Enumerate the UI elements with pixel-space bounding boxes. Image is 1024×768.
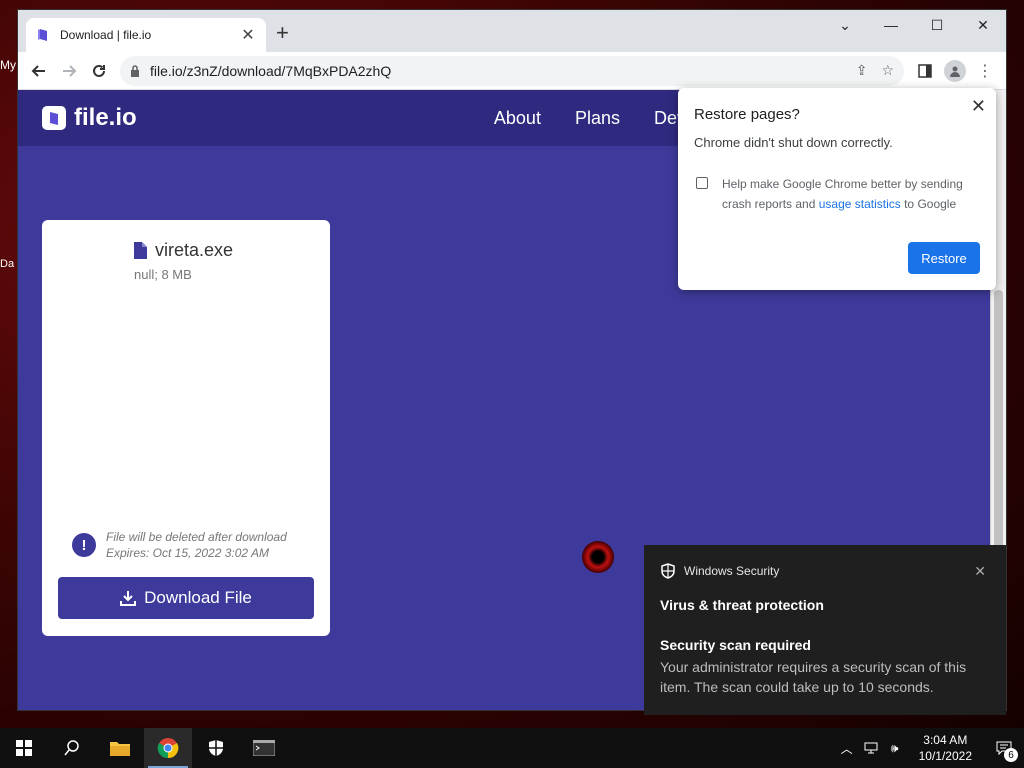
- clock-time: 3:04 AM: [923, 733, 968, 747]
- file-explorer-icon[interactable]: [96, 728, 144, 768]
- fileio-logo-icon: [42, 106, 66, 130]
- toast-close-icon[interactable]: ✕: [974, 563, 986, 580]
- exclamation-icon: !: [72, 533, 96, 557]
- restore-button[interactable]: Restore: [908, 242, 980, 274]
- red-eye-cursor-icon: [582, 541, 614, 573]
- site-nav: About Plans Dev: [494, 108, 686, 129]
- close-window-icon[interactable]: ✕: [960, 10, 1006, 40]
- download-icon: [120, 590, 137, 606]
- reload-icon[interactable]: [84, 56, 114, 86]
- network-icon[interactable]: [859, 742, 883, 754]
- notice-line-1: File will be deleted after download: [106, 530, 287, 544]
- chrome-taskbar-icon[interactable]: [144, 728, 192, 768]
- nav-about[interactable]: About: [494, 108, 541, 129]
- desktop-icon-label: Da: [0, 258, 15, 270]
- minimize-icon[interactable]: —: [868, 10, 914, 40]
- fileio-favicon-icon: [36, 28, 50, 42]
- toast-title: Security scan required: [660, 637, 811, 653]
- search-icon[interactable]: [48, 728, 96, 768]
- usage-statistics-link[interactable]: usage statistics: [819, 197, 901, 211]
- expiry-notice: ! File will be deleted after download Ex…: [72, 529, 287, 561]
- desktop-icon-label: My: [0, 58, 16, 72]
- file-card: vireta.exe null; 8 MB ! File will be del…: [42, 220, 330, 636]
- clock[interactable]: 3:04 AM 10/1/2022: [907, 732, 984, 764]
- clock-date: 10/1/2022: [918, 749, 972, 763]
- share-icon[interactable]: ⇪: [856, 62, 868, 79]
- toast-app-name: Windows Security: [684, 564, 780, 578]
- action-center-icon[interactable]: 6: [984, 728, 1024, 768]
- browser-tab[interactable]: Download | file.io ✕: [26, 18, 266, 52]
- volume-icon[interactable]: 🕪: [883, 741, 907, 756]
- download-file-button[interactable]: Download File: [58, 577, 314, 619]
- start-button[interactable]: [0, 728, 48, 768]
- windows-security-toast[interactable]: Windows Security ✕ Virus & threat protec…: [644, 545, 1006, 715]
- back-icon[interactable]: [24, 56, 54, 86]
- url-text: file.io/z3nZ/download/7MqBxPDA2zhQ: [150, 62, 392, 79]
- file-name: vireta.exe: [155, 240, 234, 260]
- tab-title: Download | file.io: [60, 28, 152, 42]
- chevron-up-icon[interactable]: ︿: [835, 740, 859, 757]
- popup-title: Restore pages?: [694, 106, 800, 123]
- file-name-row: vireta.exe: [134, 240, 233, 261]
- tab-strip: Download | file.io ✕ + ⌄ — ☐ ✕: [18, 10, 1006, 52]
- notification-badge: 6: [1004, 748, 1018, 762]
- bookmark-star-icon[interactable]: ☆: [881, 62, 894, 79]
- side-panel-icon[interactable]: [910, 56, 940, 86]
- forward-icon[interactable]: [54, 56, 84, 86]
- file-meta: null; 8 MB: [134, 267, 192, 282]
- new-tab-icon[interactable]: +: [276, 22, 289, 44]
- maximize-icon[interactable]: ☐: [914, 10, 960, 40]
- terminal-icon[interactable]: [240, 728, 288, 768]
- system-tray: ︿ 🕪 3:04 AM 10/1/2022 6: [835, 728, 1024, 768]
- toast-heading: Virus & threat protection: [660, 597, 824, 613]
- toast-body: Your administrator requires a security s…: [660, 659, 967, 695]
- checkbox-label: Help make Google Chrome better by sendin…: [722, 174, 980, 214]
- site-logo[interactable]: file.io: [42, 104, 137, 132]
- restore-pages-popup: ✕ Restore pages? Chrome didn't shut down…: [678, 88, 996, 290]
- nav-plans[interactable]: Plans: [575, 108, 620, 129]
- logo-text: file.io: [74, 104, 137, 131]
- profile-icon[interactable]: [940, 56, 970, 86]
- menu-kebab-icon[interactable]: ⋮: [970, 56, 1000, 86]
- tab-search-icon[interactable]: ⌄: [822, 10, 868, 40]
- windows-security-taskbar-icon[interactable]: [192, 728, 240, 768]
- checkbox-text-end: to Google: [900, 197, 957, 211]
- file-icon: [134, 242, 147, 259]
- usage-stats-checkbox[interactable]: [696, 177, 708, 189]
- lock-icon[interactable]: [130, 64, 140, 77]
- windows-logo-icon: [16, 740, 32, 756]
- taskbar: ︿ 🕪 3:04 AM 10/1/2022 6: [0, 728, 1024, 768]
- popup-subtitle: Chrome didn't shut down correctly.: [694, 135, 893, 150]
- tab-close-icon[interactable]: ✕: [240, 25, 256, 45]
- browser-toolbar: file.io/z3nZ/download/7MqBxPDA2zhQ ⇪ ☆ ⋮: [18, 52, 1006, 90]
- toast-header: Windows Security: [660, 563, 990, 579]
- notice-line-2: Expires: Oct 15, 2022 3:02 AM: [106, 546, 269, 560]
- shield-icon: [660, 563, 676, 579]
- address-bar[interactable]: file.io/z3nZ/download/7MqBxPDA2zhQ ⇪ ☆: [120, 55, 904, 86]
- download-label: Download File: [144, 588, 252, 607]
- popup-close-icon[interactable]: ✕: [971, 96, 986, 117]
